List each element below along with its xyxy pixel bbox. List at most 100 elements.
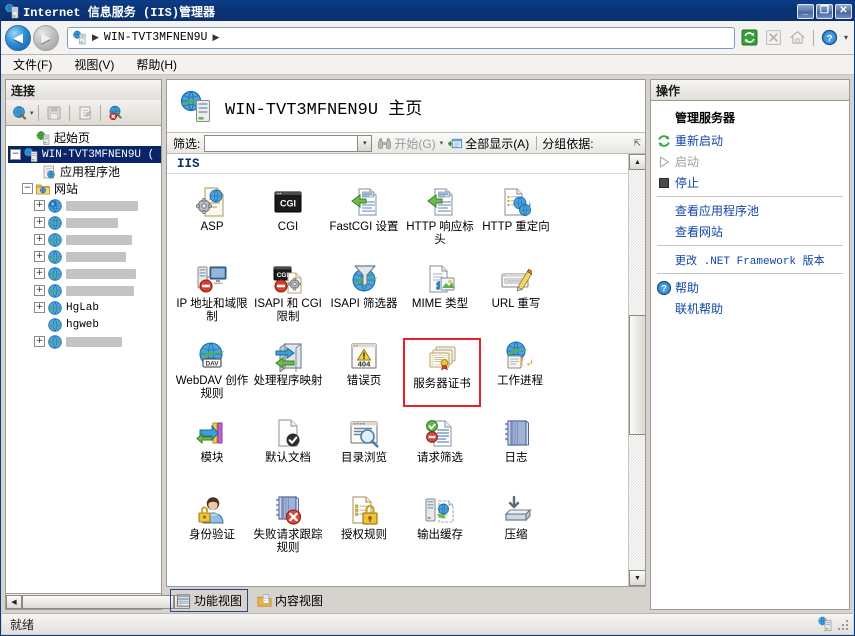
resize-grip[interactable] bbox=[837, 617, 851, 631]
feature-webdav-authoring-rules[interactable]: DAV WebDAV 创作规则 bbox=[175, 336, 249, 411]
feature-fastcgi-settings[interactable]: FastCGI 设置 bbox=[327, 182, 401, 257]
tree-expander[interactable]: + bbox=[34, 234, 45, 245]
tree-expander[interactable]: + bbox=[34, 200, 45, 211]
action-restart[interactable]: 重新启动 bbox=[651, 130, 849, 151]
tree-expander[interactable]: − bbox=[10, 149, 21, 160]
tree-item-server[interactable]: − WIN-TVT3MFNEN9U ( bbox=[8, 146, 161, 163]
tree-expander[interactable]: + bbox=[34, 336, 45, 347]
feature-asp[interactable]: ASP bbox=[175, 182, 249, 257]
show-all-button[interactable]: 全部显示(A) bbox=[448, 135, 529, 152]
tab-content-view[interactable]: 内容视图 bbox=[252, 590, 328, 611]
tree-item-site[interactable]: + ? bbox=[8, 197, 161, 214]
feature-worker-processes[interactable]: 工作进程 bbox=[483, 336, 557, 411]
tab-label: 功能视图 bbox=[194, 593, 243, 608]
tree-expander[interactable]: + bbox=[34, 302, 45, 313]
tree-item-sites[interactable]: − 网站 bbox=[8, 180, 161, 197]
maximize-icon: ❐ bbox=[820, 5, 829, 16]
feature-isapi-filters[interactable]: ISAPI 筛选器 bbox=[327, 259, 401, 334]
action-view-application-pools[interactable]: 查看应用程序池 bbox=[651, 200, 849, 221]
tab-features-view[interactable]: 功能视图 bbox=[170, 588, 249, 612]
tree-expander[interactable]: + bbox=[34, 251, 45, 262]
toolbar-divider bbox=[812, 29, 814, 46]
filter-go-button[interactable]: 开始(G) ▾ bbox=[377, 135, 443, 152]
tree-item-label-redacted bbox=[66, 234, 132, 245]
vscroll[interactable]: ▲ ▼ bbox=[629, 154, 645, 586]
help-icon[interactable]: ? bbox=[819, 27, 840, 48]
tree-item-site[interactable]: + bbox=[8, 231, 161, 248]
scroll-down-button[interactable]: ▼ bbox=[629, 570, 645, 586]
action-change-dotnet-version[interactable]: 更改 .NET Framework 版本 bbox=[651, 249, 849, 270]
feature-isapi-cgi-restrictions[interactable]: CGI ISAPI 和 CGI 限制 bbox=[251, 259, 325, 334]
filter-input[interactable]: ▾ bbox=[204, 134, 373, 152]
feature-request-filtering[interactable]: 请求筛选 bbox=[403, 413, 477, 488]
feature-failed-request-tracing-rules[interactable]: 失败请求跟踪规则 bbox=[251, 490, 325, 565]
feature-compression[interactable]: 压缩 bbox=[479, 490, 553, 565]
feature-logging[interactable]: 日志 bbox=[479, 413, 553, 488]
feature-directory-browsing[interactable]: 目录浏览 bbox=[327, 413, 401, 488]
minimize-button[interactable]: _ bbox=[797, 3, 814, 19]
breadcrumb[interactable]: ▶ WIN-TVT3MFNEN9U ▶ bbox=[67, 26, 735, 49]
tree-item-site[interactable]: + bbox=[8, 248, 161, 265]
tree-item-application-pools[interactable]: 应用程序池 bbox=[8, 163, 161, 180]
site-icon bbox=[47, 300, 63, 316]
action-stop[interactable]: 停止 bbox=[651, 172, 849, 193]
forward-button[interactable]: ▶ bbox=[33, 24, 59, 51]
tree-expander[interactable]: + bbox=[34, 285, 45, 296]
app-pool-icon bbox=[41, 164, 57, 180]
feature-authentication[interactable]: 身份验证 bbox=[175, 490, 249, 565]
scroll-track[interactable] bbox=[22, 594, 174, 609]
scroll-left-button[interactable]: ◀ bbox=[6, 594, 22, 609]
tree-item-start-page[interactable]: 起始页 bbox=[8, 129, 161, 146]
feature-cgi[interactable]: CGI CGI bbox=[251, 182, 325, 257]
output-caching-icon bbox=[424, 494, 456, 526]
feature-label: ASP bbox=[200, 221, 224, 233]
feature-http-response-headers[interactable]: HTTP 响应标头 bbox=[403, 182, 477, 257]
action-view-sites[interactable]: 查看网站 bbox=[651, 221, 849, 242]
feature-modules[interactable]: 模块 bbox=[175, 413, 249, 488]
feature-http-redirect[interactable]: HTTP 重定向 bbox=[479, 182, 553, 257]
back-button[interactable]: ◀ bbox=[5, 24, 31, 51]
scroll-thumb[interactable] bbox=[629, 315, 645, 435]
tree-expander[interactable]: + bbox=[34, 217, 45, 228]
scroll-track[interactable] bbox=[629, 170, 645, 570]
feature-error-pages[interactable]: 404 错误页 bbox=[327, 336, 401, 411]
iis-server-icon bbox=[4, 3, 20, 19]
chevron-down-icon[interactable]: ▾ bbox=[357, 135, 372, 151]
feature-label: 处理程序映射 bbox=[253, 375, 323, 387]
maximize-button[interactable]: ❐ bbox=[816, 3, 833, 19]
disconnect-icon[interactable] bbox=[105, 103, 127, 123]
tree-item-site[interactable]: + bbox=[8, 282, 161, 299]
close-button[interactable]: ✕ bbox=[835, 3, 852, 19]
tree-item-site[interactable]: + bbox=[8, 265, 161, 282]
tree-expander[interactable]: − bbox=[22, 183, 33, 194]
feature-server-certificates[interactable]: 服务器证书 bbox=[403, 338, 481, 407]
action-online-help[interactable]: 联机帮助 bbox=[651, 298, 849, 319]
scroll-up-button[interactable]: ▲ bbox=[629, 154, 645, 170]
tree-item-site[interactable]: + bbox=[8, 214, 161, 231]
feature-authorization-rules[interactable]: 授权规则 bbox=[327, 490, 401, 565]
help-dropdown-caret[interactable]: ▾ bbox=[844, 33, 848, 42]
features-vertical-scrollbar[interactable]: ▲ ▼ bbox=[628, 154, 645, 586]
filter-overflow-icon[interactable]: ⇱ bbox=[633, 138, 645, 149]
tree-expander[interactable]: + bbox=[34, 268, 45, 279]
tree-item-hgweb[interactable]: hgweb bbox=[8, 316, 161, 333]
action-help[interactable]: ? 帮助 bbox=[651, 277, 849, 298]
feature-output-caching[interactable]: 输出缓存 bbox=[403, 490, 477, 565]
connect-to-icon[interactable] bbox=[9, 103, 31, 123]
chevron-down-icon[interactable]: ▾ bbox=[440, 139, 444, 147]
tree-item-hglab[interactable]: + HgLab bbox=[8, 299, 161, 316]
refresh-icon[interactable] bbox=[739, 27, 760, 48]
menu-help[interactable]: 帮助(H) bbox=[136, 55, 189, 74]
menu-view[interactable]: 视图(V) bbox=[74, 55, 126, 74]
feature-mime-types[interactable]: MIME 类型 bbox=[403, 259, 477, 334]
tree-item-site[interactable]: + bbox=[8, 333, 161, 350]
feature-default-document[interactable]: 默认文档 bbox=[251, 413, 325, 488]
connections-tree[interactable]: 起始页 − WIN-TVT3MFNEN9U (应用程序池 − 网站 + ? +… bbox=[5, 125, 162, 594]
menu-file[interactable]: 文件(F) bbox=[13, 55, 64, 74]
tree-horizontal-scrollbar[interactable]: ◀ ▶ bbox=[5, 594, 190, 610]
feature-url-rewrite[interactable]: URL 重写 bbox=[479, 259, 553, 334]
feature-handler-mappings[interactable]: 处理程序映射 bbox=[251, 336, 325, 411]
feature-ip-address-domain-restrictions[interactable]: IP 地址和域限制 bbox=[175, 259, 249, 334]
feature-label: 日志 bbox=[504, 452, 528, 464]
scroll-thumb[interactable] bbox=[22, 594, 174, 609]
